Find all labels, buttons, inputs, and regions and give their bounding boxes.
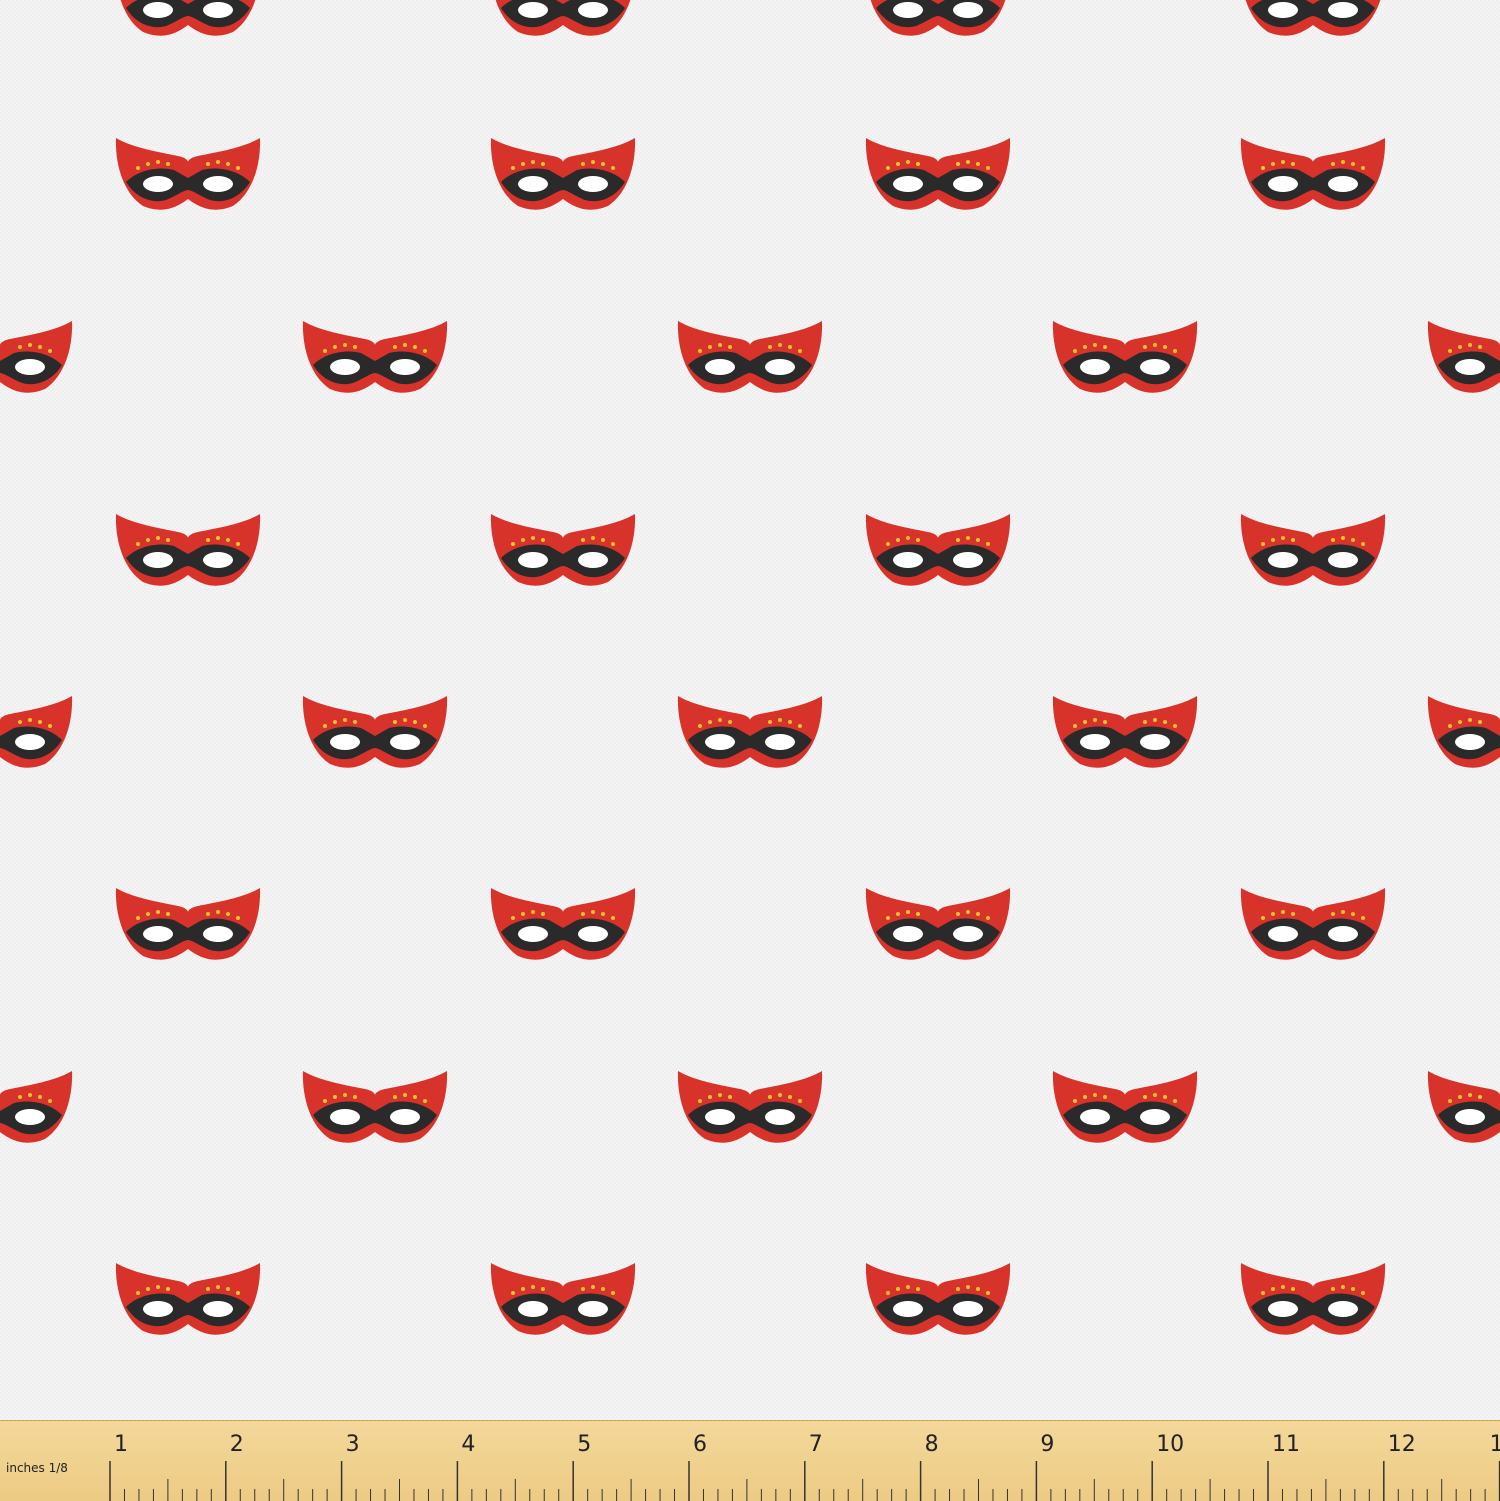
ruler-number: 2 (230, 1432, 244, 1457)
ruler-number: 7 (809, 1432, 823, 1457)
ruler-number: 8 (925, 1432, 939, 1457)
ruler-number: 10 (1156, 1432, 1184, 1457)
ruler-number: 9 (1040, 1432, 1054, 1457)
ruler-number: 12 (1388, 1432, 1416, 1457)
ruler-number: 1 (1490, 1432, 1500, 1457)
measuring-ruler: 1 2 3 4 5 6 7 8 9 10 11 12 1 inches 1/8 (0, 1420, 1500, 1501)
fabric-pattern (0, 0, 1500, 1420)
ruler-number: 5 (577, 1432, 591, 1457)
ruler-number: 1 (114, 1432, 128, 1457)
ruler-fraction: 1/8 (48, 1461, 68, 1475)
ruler-number: 11 (1272, 1432, 1300, 1457)
ruler-unit: inches (6, 1461, 45, 1475)
ruler-number: 3 (346, 1432, 360, 1457)
ruler-number: 6 (693, 1432, 707, 1457)
ruler-number: 4 (461, 1432, 475, 1457)
ruler-unit-label: inches 1/8 (6, 1461, 68, 1475)
